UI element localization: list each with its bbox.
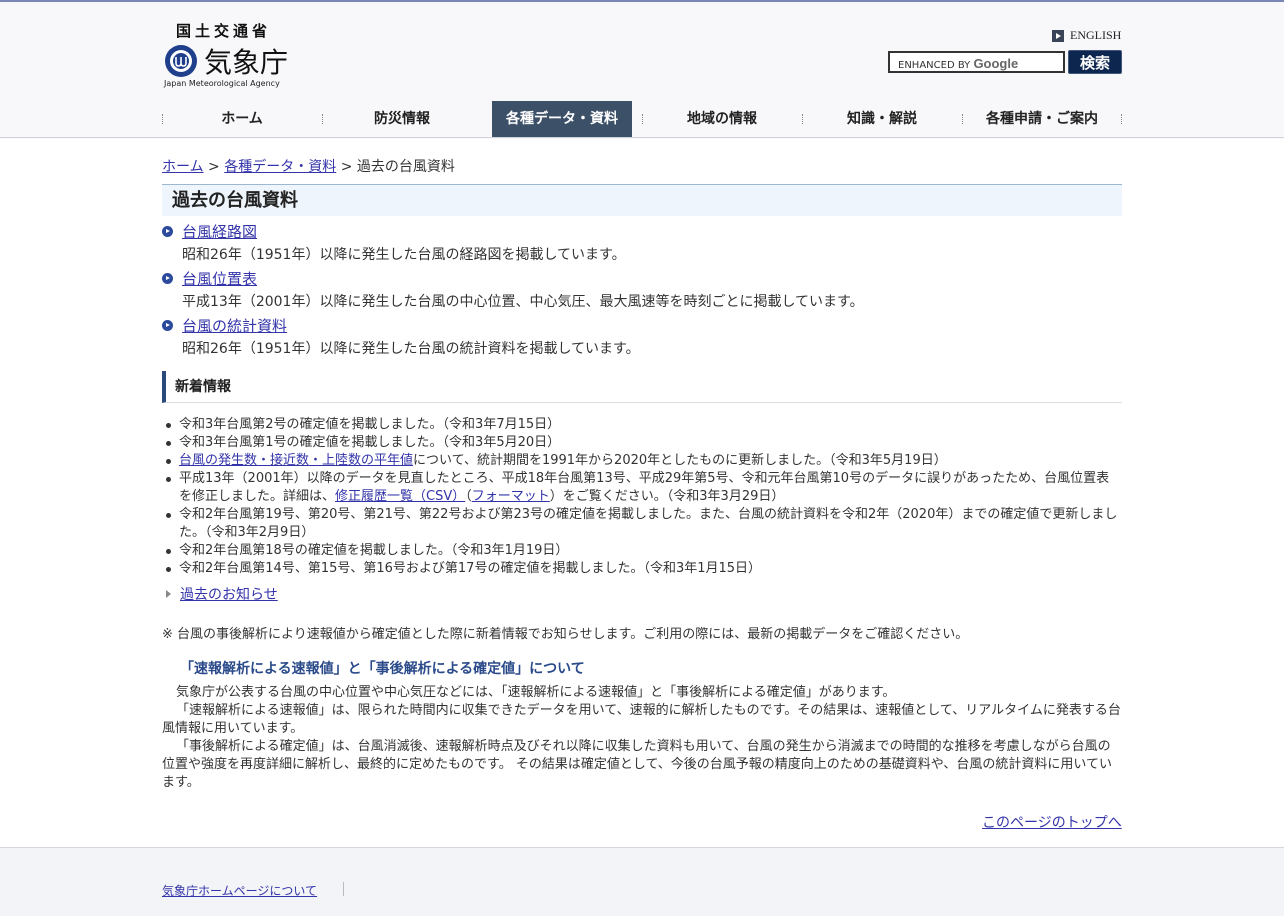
section-paragraph: 「速報解析による速報値」は、限られた時間内に収集できたデータを用いて、速報的に解… [162,703,1121,736]
search-placeholder-prefix: ENHANCED BY [898,60,971,71]
section-paragraph: 気象庁が公表する台風の中心位置や中心気圧などには、「速報解析による速報値」と「事… [176,685,896,700]
nav-separator [962,114,963,124]
track-map-link[interactable]: 台風経路図 [182,221,257,242]
back-to-top-link[interactable]: このページのトップへ [982,812,1122,832]
nav-separator [802,114,803,124]
main-content: ホーム > 各種データ・資料 > 過去の台風資料 過去の台風資料 台風経路図 昭… [0,139,1284,847]
format-link[interactable]: フォーマット [472,489,550,504]
section-heading: 「速報解析による速報値」と「事後解析による確定値」について [180,661,585,677]
news-item: 令和2年台風第18号の確定値を掲載しました。（令和3年1月19日） [162,542,1122,560]
breadcrumb-current: 過去の台風資料 [356,159,455,175]
header: 国土交通省 気象庁 Japan Meteorological Agency EN… [0,2,1284,100]
news-list: 令和3年台風第2号の確定値を掲載しました。（令和3年7月15日） 令和3年台風第… [162,416,1122,578]
breadcrumb-separator: > [340,159,353,175]
news-item: 台風の発生数・接近数・上陸数の平年値について、統計期間を1991年から2020年… [162,452,1122,470]
circle-arrow-icon [162,226,173,237]
section-body: 気象庁が公表する台風の中心位置や中心気圧などには、「速報解析による速報値」と「事… [162,684,1122,792]
news-item: 平成13年（2001年）以降のデータを見直したところ、平成18年台風第13号、平… [162,470,1122,506]
nav-item-home[interactable]: ホーム [162,101,322,137]
about-site-link[interactable]: 気象庁ホームページについて [162,882,317,899]
nav-item-knowledge[interactable]: 知識・解説 [802,101,962,137]
list-item: 台風位置表 平成13年（2001年）以降に発生した台風の中心位置、中心気圧、最大… [162,270,1122,317]
breadcrumb-data-link[interactable]: 各種データ・資料 [224,159,336,175]
news-heading: 新着情報 [162,371,1122,403]
english-link[interactable]: ENGLISH [1052,28,1121,43]
update-note: ※ 台風の事後解析により速報値から確定値とした際に新着情報でお知らせします。ご利… [162,627,969,642]
search-button[interactable]: 検索 [1068,50,1122,74]
breadcrumb: ホーム > 各種データ・資料 > 過去の台風資料 [162,156,455,176]
normal-values-link[interactable]: 台風の発生数・接近数・上陸数の平年値 [179,453,413,468]
nav-item-disaster[interactable]: 防災情報 [322,101,482,137]
agency-name: 気象庁 [204,46,289,79]
search-placeholder-brand: Google [973,56,1019,71]
jma-logo[interactable]: 国土交通省 気象庁 Japan Meteorological Agency [164,20,288,90]
nav-item-data[interactable]: 各種データ・資料 [492,101,632,137]
typhoon-link-list: 台風経路図 昭和26年（1951年）以降に発生した台風の経路図を掲載しています。… [162,223,1122,364]
search-input[interactable]: ENHANCED BY Google [888,51,1065,73]
nav-item-region[interactable]: 地域の情報 [642,101,802,137]
triangle-right-icon [166,590,171,598]
link-description: 昭和26年（1951年）以降に発生した台風の経路図を掲載しています。 [182,247,626,263]
jma-logo-icon [165,45,197,77]
statistics-link[interactable]: 台風の統計資料 [182,315,287,336]
revision-history-csv-link[interactable]: 修正履歴一覧（CSV） [335,489,465,504]
circle-arrow-icon [162,273,173,284]
news-item: 令和2年台風第14号、第15号、第16号および第17号の確定値を掲載しました。（… [162,560,1122,578]
nav-item-application[interactable]: 各種申請・ご案内 [962,101,1122,137]
english-link-label: ENGLISH [1070,28,1122,42]
nav-separator [322,114,323,124]
list-item: 台風経路図 昭和26年（1951年）以降に発生した台風の経路図を掲載しています。 [162,223,1122,270]
news-item-text: ）をご覧ください。（令和3年3月29日） [549,489,785,504]
news-item: 令和3年台風第1号の確定値を掲載しました。（令和3年5月20日） [162,434,1122,452]
news-item: 令和3年台風第2号の確定値を掲載しました。（令和3年7月15日） [162,416,1122,434]
nav-separator [162,114,163,124]
news-item: 令和2年台風第19号、第20号、第21号、第22号および第23号の確定値を掲載し… [162,506,1122,542]
past-notices: 過去のお知らせ [166,584,278,604]
nav-separator [1121,114,1122,124]
page-title: 過去の台風資料 [162,184,1122,216]
agency-english-name: Japan Meteorological Agency [164,79,280,88]
news-item-text: について、統計期間を1991年から2020年としたものに更新しました。（令和3年… [413,453,947,468]
breadcrumb-home-link[interactable]: ホーム [162,159,204,175]
position-table-link[interactable]: 台風位置表 [182,268,257,289]
arrow-right-icon [1052,29,1064,42]
nav-separator [642,114,643,124]
list-item: 台風の統計資料 昭和26年（1951年）以降に発生した台風の統計資料を掲載してい… [162,317,1122,364]
footer-separator [343,882,344,896]
link-description: 平成13年（2001年）以降に発生した台風の中心位置、中心気圧、最大風速等を時刻… [182,294,864,310]
section-paragraph: 「事後解析による確定値」は、台風消滅後、速報解析時点及びそれ以降に収集した資料も… [162,739,1113,790]
past-notices-link[interactable]: 過去のお知らせ [180,584,278,604]
link-description: 昭和26年（1951年）以降に発生した台風の統計資料を掲載しています。 [182,341,640,357]
ministry-name: 国土交通省 [176,22,272,40]
breadcrumb-separator: > [208,159,220,175]
circle-arrow-icon [162,320,173,331]
footer: 気象庁ホームページについて [0,847,1284,916]
